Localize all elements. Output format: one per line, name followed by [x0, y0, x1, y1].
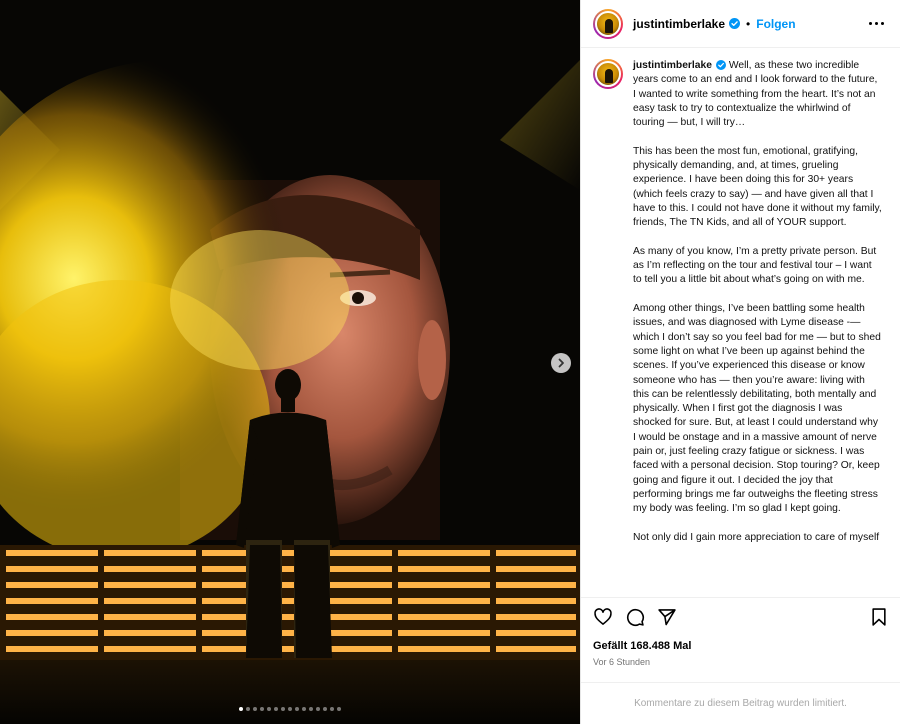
carousel-dot	[260, 707, 264, 711]
carousel-dot	[309, 707, 313, 711]
carousel-dot	[330, 707, 334, 711]
bookmark-icon	[872, 607, 886, 626]
verified-badge-icon	[715, 60, 726, 70]
caption-username[interactable]: justintimberlake	[633, 60, 712, 71]
carousel-dot	[246, 707, 250, 711]
like-button[interactable]	[593, 607, 613, 627]
post-header: justintimberlake • Folgen	[581, 0, 900, 48]
comment-icon	[626, 608, 645, 626]
caption-paragraph-5: Not only did I gain more appreciation to…	[633, 531, 880, 543]
caption-text: justintimberlake Well, as these two incr…	[633, 59, 883, 559]
caption-avatar[interactable]	[593, 59, 623, 89]
more-options-icon[interactable]	[865, 18, 888, 29]
carousel-dot	[281, 707, 285, 711]
save-button[interactable]	[870, 607, 888, 627]
comment-button[interactable]	[625, 607, 645, 627]
caption-scroll-area[interactable]: justintimberlake Well, as these two incr…	[581, 49, 900, 596]
caption-paragraph: justintimberlake Well, as these two incr…	[633, 59, 883, 130]
comments-limited-notice: Kommentare zu diesem Beitrag wurden limi…	[581, 682, 900, 724]
heart-icon	[594, 607, 612, 625]
carousel-dot	[274, 707, 278, 711]
carousel-dot	[253, 707, 257, 711]
chevron-right-icon	[558, 358, 564, 368]
send-icon	[658, 608, 676, 625]
carousel-dot	[316, 707, 320, 711]
caption-paragraph-2: This has been the most fun, emotional, g…	[633, 145, 882, 229]
avatar[interactable]	[593, 8, 623, 39]
carousel-dot	[267, 707, 271, 711]
follow-button[interactable]: Folgen	[756, 17, 795, 31]
share-button[interactable]	[657, 607, 677, 627]
concert-photo	[0, 0, 580, 724]
caption-paragraph-3: As many of you know, I’m a pretty privat…	[633, 245, 877, 286]
carousel-dot	[302, 707, 306, 711]
carousel-dot	[288, 707, 292, 711]
post-actions-bar	[581, 597, 900, 635]
caption-paragraph-4: Among other things, I’ve been battling s…	[633, 303, 881, 515]
stage-light-panels	[0, 545, 580, 665]
carousel-dot	[323, 707, 327, 711]
carousel-dots	[0, 707, 580, 711]
carousel-dot	[337, 707, 341, 711]
verified-badge-icon	[729, 18, 741, 29]
post-timestamp[interactable]: Vor 6 Stunden	[593, 657, 650, 667]
username-link[interactable]: justintimberlake	[633, 17, 725, 31]
carousel-next-button[interactable]	[551, 353, 571, 373]
header-separator: •	[746, 16, 751, 31]
post-media[interactable]	[0, 0, 580, 724]
post-side-panel: justintimberlake • Folgen justintimberla…	[580, 0, 900, 724]
likes-count[interactable]: Gefällt 168.488 Mal	[593, 640, 691, 652]
carousel-dot	[239, 707, 243, 711]
carousel-dot	[295, 707, 299, 711]
